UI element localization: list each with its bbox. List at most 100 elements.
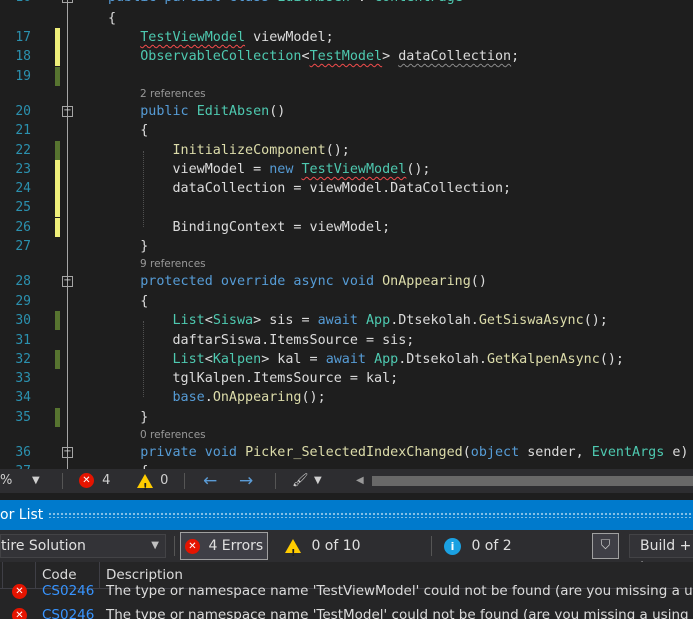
- code-token: TestViewModel: [140, 30, 246, 45]
- code-line[interactable]: 23 viewModel = new TestViewModel();: [0, 160, 693, 179]
- code-line[interactable]: 22 InitializeComponent();: [0, 141, 693, 160]
- brush-icon[interactable]: 🖌: [292, 469, 309, 493]
- code-line[interactable]: 29 {: [0, 292, 693, 311]
- code-line[interactable]: 31 daftarSiswa.ItemsSource = sis;: [0, 331, 693, 350]
- error-list-grid[interactable]: Code Description ✕ CS0246 The type or na…: [0, 562, 693, 619]
- code-token: GetKalpenAsync: [486, 352, 600, 367]
- code-text: }: [108, 237, 148, 256]
- scope-dropdown[interactable]: tire Solution ▼: [0, 534, 166, 558]
- code-token: }: [108, 410, 149, 425]
- code-text: List<Siswa> sis = await App.Dtsekolah.Ge…: [108, 311, 608, 330]
- filter-clear-button[interactable]: ⛉: [592, 533, 619, 559]
- code-line[interactable]: 21 {: [0, 121, 693, 140]
- code-token: await: [317, 313, 366, 328]
- messages-filter-button[interactable]: i 0 of 2 Messages: [439, 532, 582, 580]
- code-token: OnAppearing: [212, 390, 302, 405]
- codelens-references[interactable]: 9 references: [140, 256, 206, 273]
- code-line[interactable]: 19: [0, 67, 693, 86]
- code-token: ObservableCollection: [140, 49, 302, 64]
- arrow-right-icon[interactable]: →: [239, 469, 253, 493]
- code-line[interactable]: 30 List<Siswa> sis = await App.Dtsekolah…: [0, 311, 693, 330]
- code-text: base.OnAppearing();: [108, 388, 326, 407]
- error-row[interactable]: ✕ CS0246 The type or namespace name 'Tes…: [0, 606, 693, 619]
- code-editor[interactable]: 16 − public partial class EditAbsen : Cont…: [0, 0, 693, 469]
- collapse-icon[interactable]: −: [62, 106, 73, 117]
- code-line[interactable]: 25: [0, 198, 693, 217]
- code-token: viewModel;: [245, 30, 334, 45]
- code-text: protected override async void OnAppearin…: [108, 272, 487, 291]
- code-token: ();: [599, 352, 624, 367]
- code-token: ();: [301, 390, 326, 405]
- code-line[interactable]: 37 {: [0, 462, 693, 469]
- error-count-indicator[interactable]: ✕ 4: [79, 469, 110, 493]
- collapse-icon[interactable]: −: [62, 0, 73, 3]
- code-token: public: [140, 104, 197, 119]
- codelens-references[interactable]: 0 references: [140, 427, 206, 444]
- code-token: {: [108, 123, 149, 138]
- collapse-icon[interactable]: −: [62, 276, 73, 287]
- error-code-link[interactable]: CS0246: [42, 606, 94, 619]
- code-text: public EditAbsen(): [108, 102, 285, 121]
- build-source-dropdown[interactable]: Build + I: [629, 534, 693, 576]
- code-token: .: [204, 390, 213, 405]
- code-line[interactable]: 36 − private void Picker_SelectedIndexCha…: [0, 443, 693, 462]
- line-number: 24: [15, 181, 31, 196]
- warning-count-indicator[interactable]: ! 0: [137, 469, 168, 493]
- code-line[interactable]: 18 ObservableCollection<TestModel> dataC…: [0, 47, 693, 66]
- code-token: <: [301, 49, 310, 64]
- code-token: EditAbsen: [196, 104, 270, 119]
- panel-title: or List: [0, 500, 48, 530]
- error-code-link[interactable]: CS0246: [42, 582, 94, 601]
- code-line[interactable]: 28 − protected override async void OnAppe…: [0, 272, 693, 291]
- chevron-down-icon[interactable]: ▼: [314, 469, 322, 493]
- code-text: private void Picker_SelectedIndexChanged…: [108, 443, 688, 462]
- editor-status-strip: % ▼ ✕ 4 ! 0 ← → 🖌 ▼ ◀: [0, 469, 693, 493]
- warnings-filter-button[interactable]: ! 0 of 10 Warnings: [280, 532, 425, 580]
- code-line[interactable]: 17 TestViewModel viewModel;: [0, 28, 693, 47]
- code-token: viewModel =: [108, 162, 270, 177]
- code-token: List: [172, 352, 205, 367]
- zoom-dropdown[interactable]: % ▼: [0, 469, 44, 493]
- chevron-down-icon: ▼: [32, 475, 40, 486]
- code-token: >: [382, 49, 399, 64]
- line-number: 29: [15, 294, 31, 309]
- code-token: List: [172, 313, 205, 328]
- error-row[interactable]: ✕ CS0246 The type or namespace name 'Tes…: [0, 582, 693, 601]
- code-token: App: [374, 352, 399, 367]
- code-text: tglKalpen.ItemsSource = kal;: [108, 369, 398, 388]
- arrow-left-icon[interactable]: ←: [203, 469, 217, 493]
- change-marker: [55, 28, 60, 47]
- code-token: protected override async void: [140, 274, 383, 289]
- code-line[interactable]: 35 }: [0, 408, 693, 427]
- divider: [275, 473, 276, 489]
- code-line[interactable]: 16 − public partial class EditAbsen : Cont…: [0, 0, 693, 7]
- code-line[interactable]: 20 − public EditAbsen(): [0, 102, 693, 121]
- code-line[interactable]: 32 List<Kalpen> kal = await App.Dtsekola…: [0, 350, 693, 369]
- error-list-titlebar[interactable]: or List: [0, 500, 693, 530]
- code-line[interactable]: 33 tglKalpen.ItemsSource = kal;: [0, 369, 693, 388]
- line-number: 26: [15, 220, 31, 235]
- code-line[interactable]: 26 BindingContext = viewModel;: [0, 218, 693, 237]
- code-token: private void: [140, 445, 246, 460]
- line-number: 32: [15, 352, 31, 367]
- horizontal-scrollbar[interactable]: [372, 476, 693, 486]
- code-line[interactable]: {: [0, 9, 693, 28]
- line-number: 31: [15, 333, 31, 348]
- line-number: 19: [15, 69, 31, 84]
- codelens-references[interactable]: 2 references: [140, 86, 206, 103]
- code-token: :: [350, 0, 374, 5]
- divider: [184, 473, 185, 489]
- scroll-left-icon[interactable]: ◀: [356, 469, 364, 493]
- code-line[interactable]: 34 base.OnAppearing();: [0, 388, 693, 407]
- errors-filter-button[interactable]: ✕ 4 Errors: [180, 532, 268, 560]
- code-line[interactable]: 27 }: [0, 237, 693, 256]
- code-token: BindingContext = viewModel;: [108, 220, 391, 235]
- change-marker: [55, 311, 60, 330]
- collapse-icon[interactable]: −: [62, 447, 73, 458]
- warning-icon: !: [285, 539, 301, 559]
- code-line[interactable]: 24 dataCollection = viewModel.DataCollec…: [0, 179, 693, 198]
- error-description: The type or namespace name 'TestViewMode…: [106, 583, 693, 599]
